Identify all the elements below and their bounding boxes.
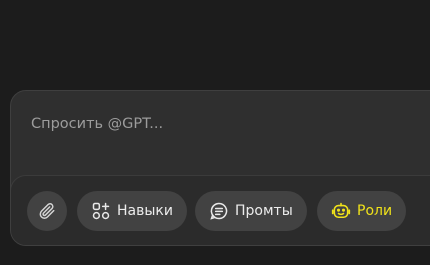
composer-toolbar: Навыки Промты Роли bbox=[11, 175, 430, 245]
attach-button[interactable] bbox=[27, 191, 67, 231]
prompt-input[interactable] bbox=[31, 113, 411, 135]
prompts-button[interactable]: Промты bbox=[195, 191, 307, 231]
chat-composer: Навыки Промты bbox=[10, 90, 430, 246]
robot-face-icon bbox=[331, 201, 351, 221]
grid-plus-icon bbox=[91, 201, 111, 221]
prompts-label: Промты bbox=[235, 203, 293, 219]
paperclip-icon bbox=[37, 201, 57, 221]
list-bubble-icon bbox=[209, 201, 229, 221]
roles-button[interactable]: Роли bbox=[317, 191, 407, 231]
page: Навыки Промты bbox=[0, 0, 430, 265]
skills-button[interactable]: Навыки bbox=[77, 191, 187, 231]
roles-label: Роли bbox=[357, 203, 393, 219]
skills-label: Навыки bbox=[117, 203, 173, 219]
